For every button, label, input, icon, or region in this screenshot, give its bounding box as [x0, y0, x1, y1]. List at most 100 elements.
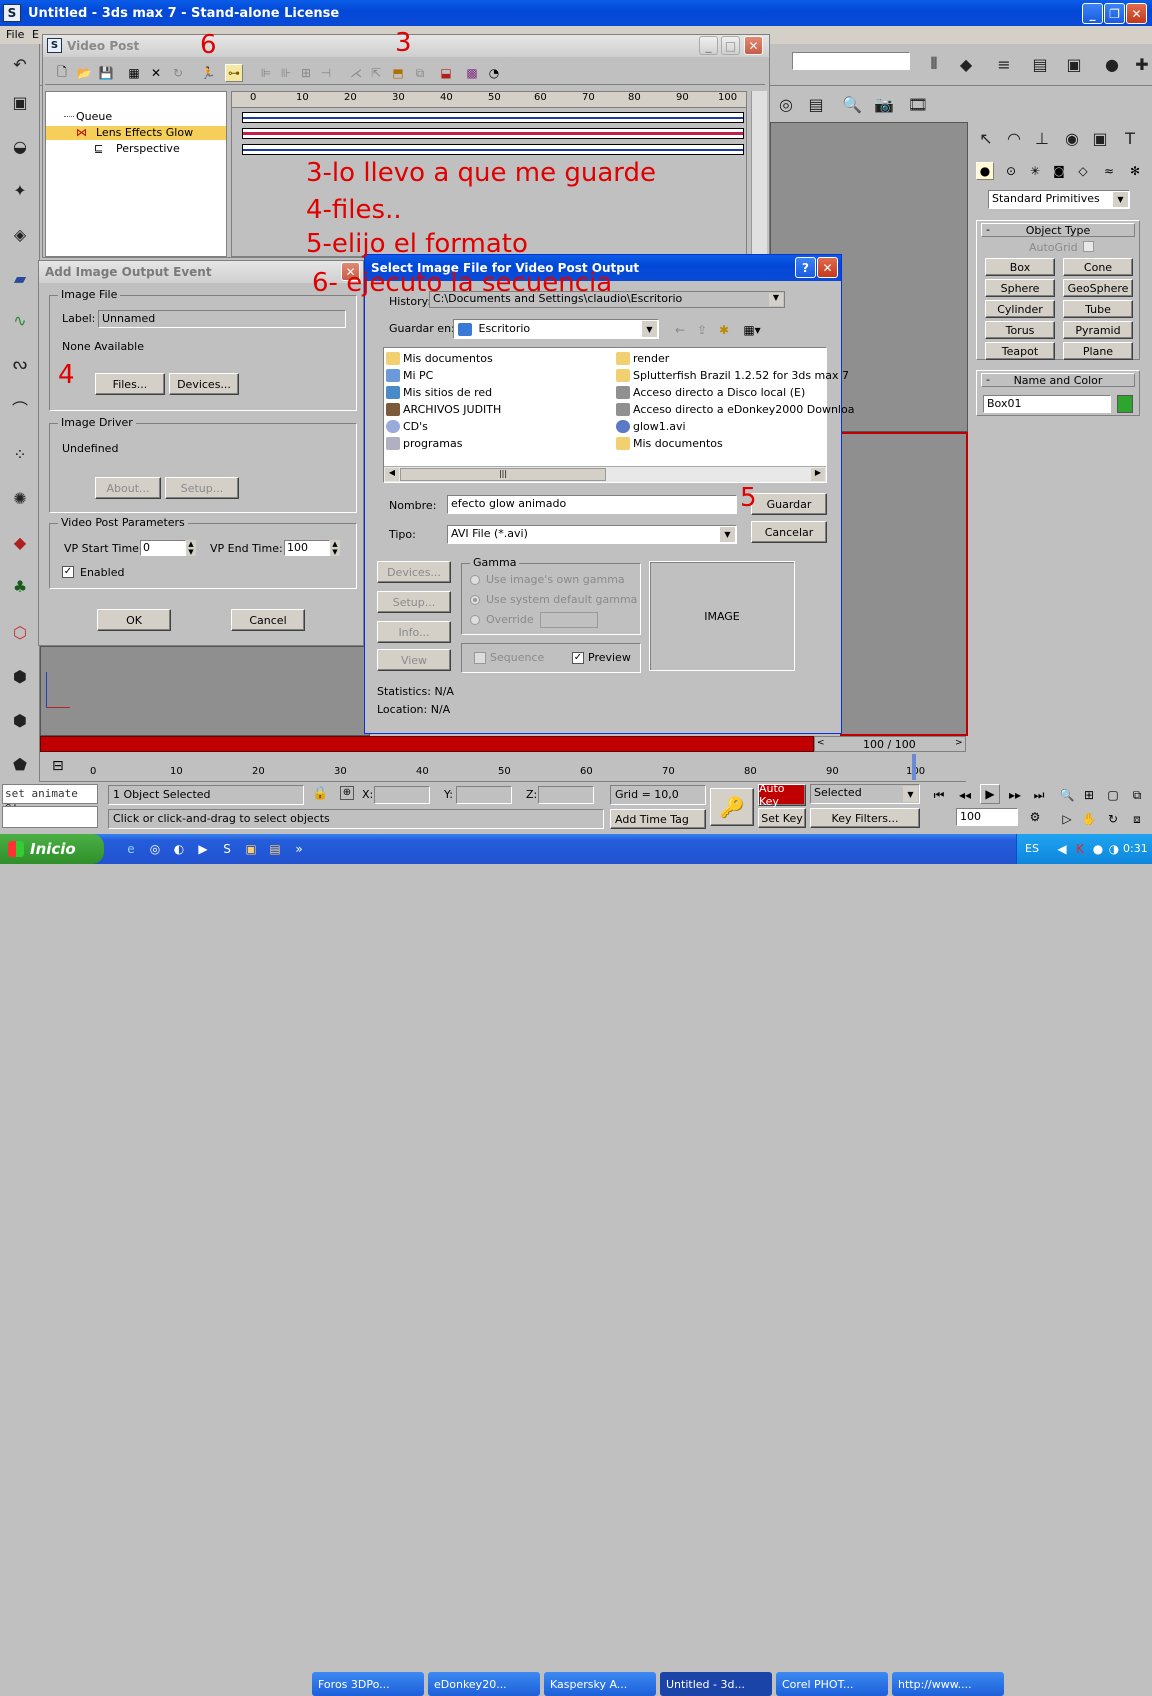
- list-item[interactable]: render: [616, 350, 669, 367]
- start-button[interactable]: Inicio: [0, 834, 104, 864]
- range-bar-perspective[interactable]: [242, 144, 744, 155]
- back-icon[interactable]: ←: [671, 321, 689, 339]
- select-arrow-icon[interactable]: ↖: [972, 124, 1000, 152]
- vp-end-input[interactable]: 100: [284, 540, 330, 556]
- display-icon[interactable]: ▣: [1086, 124, 1114, 152]
- shapes-icon[interactable]: ⊙: [1002, 162, 1020, 180]
- time-config-icon[interactable]: ⚙: [1026, 808, 1044, 826]
- lock-icon[interactable]: 🔒: [312, 786, 328, 801]
- task-kaspersky[interactable]: Kaspersky A...: [544, 1672, 656, 1696]
- zoom-extents-all-icon[interactable]: ⧉: [1128, 786, 1146, 804]
- execute-sequence-icon[interactable]: 🏃: [199, 64, 217, 82]
- vp-vertical-scrollbar[interactable]: [751, 91, 767, 257]
- sf-info-button[interactable]: Info...: [377, 621, 451, 643]
- up-folder-icon[interactable]: ⇪: [693, 321, 711, 339]
- undo-icon[interactable]: ↶: [6, 50, 34, 78]
- list-item[interactable]: Mis sitios de red: [386, 384, 492, 401]
- task-corel[interactable]: Corel PHOT...: [776, 1672, 888, 1696]
- teapot-button[interactable]: Teapot: [985, 342, 1055, 360]
- horizontal-scrollbar[interactable]: ◀ ||| ▶: [384, 466, 826, 482]
- hierarchy-icon[interactable]: ⊥: [1028, 124, 1056, 152]
- tool-icon-10[interactable]: ✺: [6, 484, 34, 512]
- tray-icon-1[interactable]: ◀: [1053, 840, 1071, 858]
- scroll-right-icon[interactable]: ▶: [811, 468, 825, 481]
- autogrid-checkbox[interactable]: [1083, 241, 1094, 252]
- geometry-icon[interactable]: ●: [976, 162, 994, 180]
- quicklaunch-icon-2[interactable]: ◎: [146, 840, 164, 858]
- scroll-thumb[interactable]: |||: [400, 468, 606, 481]
- plane-button[interactable]: Plane: [1063, 342, 1133, 360]
- list-item[interactable]: Mi PC: [386, 367, 433, 384]
- save-in-dropdown[interactable]: Escritorio ▼: [453, 319, 659, 339]
- object-type-header[interactable]: - Object Type: [981, 223, 1135, 237]
- key-mode-icon[interactable]: 🔑: [710, 788, 754, 826]
- task-foros[interactable]: Foros 3DPo...: [312, 1672, 424, 1696]
- open-sequence-icon[interactable]: 📂: [75, 64, 93, 82]
- play-icon[interactable]: ▶: [980, 784, 1000, 804]
- file-type-dropdown[interactable]: AVI File (*.avi) ▼: [447, 525, 737, 544]
- menu-file[interactable]: File: [6, 28, 24, 41]
- about-button[interactable]: About...: [95, 477, 161, 499]
- task-edonkey[interactable]: eDonkey20...: [428, 1672, 540, 1696]
- spacewarps-icon[interactable]: ≈: [1100, 162, 1118, 180]
- devices-button[interactable]: Devices...: [169, 373, 239, 395]
- list-item[interactable]: glow1.avi: [616, 418, 686, 435]
- layers-icon[interactable]: ≡: [990, 50, 1018, 78]
- object-color-swatch[interactable]: [1117, 395, 1133, 413]
- list-item[interactable]: Acceso directo a Disco local (E): [616, 384, 805, 401]
- select-file-close-icon[interactable]: ✕: [817, 257, 838, 278]
- add-time-tag-button[interactable]: Add Time Tag: [610, 809, 706, 829]
- box-button[interactable]: Box: [985, 258, 1055, 276]
- list-item[interactable]: ARCHIVOS JUDITH: [386, 401, 501, 418]
- files-button[interactable]: Files...: [95, 373, 165, 395]
- gamma-override-input[interactable]: [540, 612, 598, 628]
- add-image-output-icon[interactable]: ⬒: [389, 64, 407, 82]
- delete-event-icon[interactable]: ✕: [147, 64, 165, 82]
- modify-icon[interactable]: ◠: [1000, 124, 1028, 152]
- systems-icon[interactable]: ✻: [1126, 162, 1144, 180]
- go-to-start-icon[interactable]: ⏮: [930, 786, 948, 804]
- y-coord-input[interactable]: [456, 786, 512, 804]
- cylinder-button[interactable]: Cylinder: [985, 300, 1055, 318]
- tool-icon-15[interactable]: ⬢: [6, 706, 34, 734]
- help-icon[interactable]: ?: [795, 257, 816, 278]
- edit-event-icon[interactable]: ▦: [125, 64, 143, 82]
- zoom-icon[interactable]: 🔍: [1058, 786, 1076, 804]
- file-list[interactable]: Mis documentos Mi PC Mis sitios de red A…: [383, 347, 854, 483]
- selected-dropdown[interactable]: Selected ▼: [810, 784, 920, 804]
- range-bar-glow[interactable]: [242, 128, 744, 139]
- abut-icon[interactable]: ⊣: [317, 64, 335, 82]
- minimize-icon[interactable]: _: [1082, 3, 1103, 24]
- add-external-icon[interactable]: ◔: [485, 64, 503, 82]
- zoom-render-icon[interactable]: 🔍: [838, 90, 866, 118]
- vp-close-icon[interactable]: ✕: [744, 36, 763, 55]
- gamma-default-radio[interactable]: [470, 595, 480, 605]
- cone-button[interactable]: Cone: [1063, 258, 1133, 276]
- tool-icon-13[interactable]: ⬡: [6, 618, 34, 646]
- z-coord-input[interactable]: [538, 786, 594, 804]
- vp-start-spinner[interactable]: ▲ ▼: [186, 540, 196, 556]
- next-frame-key-icon[interactable]: ▸▸: [1006, 786, 1024, 804]
- kaspersky-tray-icon[interactable]: K: [1071, 840, 1089, 858]
- vp-maximize-icon[interactable]: □: [721, 36, 740, 55]
- tube-button[interactable]: Tube: [1063, 300, 1133, 318]
- edit-range-bar-icon[interactable]: ⊶: [225, 64, 243, 82]
- sf-setup-button[interactable]: Setup...: [377, 591, 451, 613]
- quicklaunch-icon-6[interactable]: ▣: [242, 840, 260, 858]
- filename-input[interactable]: efecto glow animado: [447, 495, 737, 514]
- gamma-override-radio[interactable]: [470, 615, 480, 625]
- tool-icon-1[interactable]: ▣: [6, 88, 34, 116]
- vp-minimize-icon[interactable]: _: [699, 36, 718, 55]
- curve-editor-icon[interactable]: ▤: [1026, 50, 1054, 78]
- list-item[interactable]: Splutterfish Brazil 1.2.52 for 3ds max 7: [616, 367, 849, 384]
- fov-icon[interactable]: ▷: [1058, 810, 1076, 828]
- tool-icon-5[interactable]: ▰: [6, 264, 34, 292]
- quicklaunch-more-icon[interactable]: »: [290, 840, 308, 858]
- geosphere-button[interactable]: GeoSphere: [1063, 279, 1133, 297]
- viewport-bottom-left[interactable]: [40, 646, 370, 736]
- prev-frame-icon[interactable]: <: [817, 738, 825, 748]
- cancelar-button[interactable]: Cancelar: [751, 521, 827, 543]
- tool-icon-14[interactable]: ⬢: [6, 662, 34, 690]
- mirror-icon[interactable]: ⫴: [920, 50, 948, 78]
- restore-icon[interactable]: ❐: [1104, 3, 1125, 24]
